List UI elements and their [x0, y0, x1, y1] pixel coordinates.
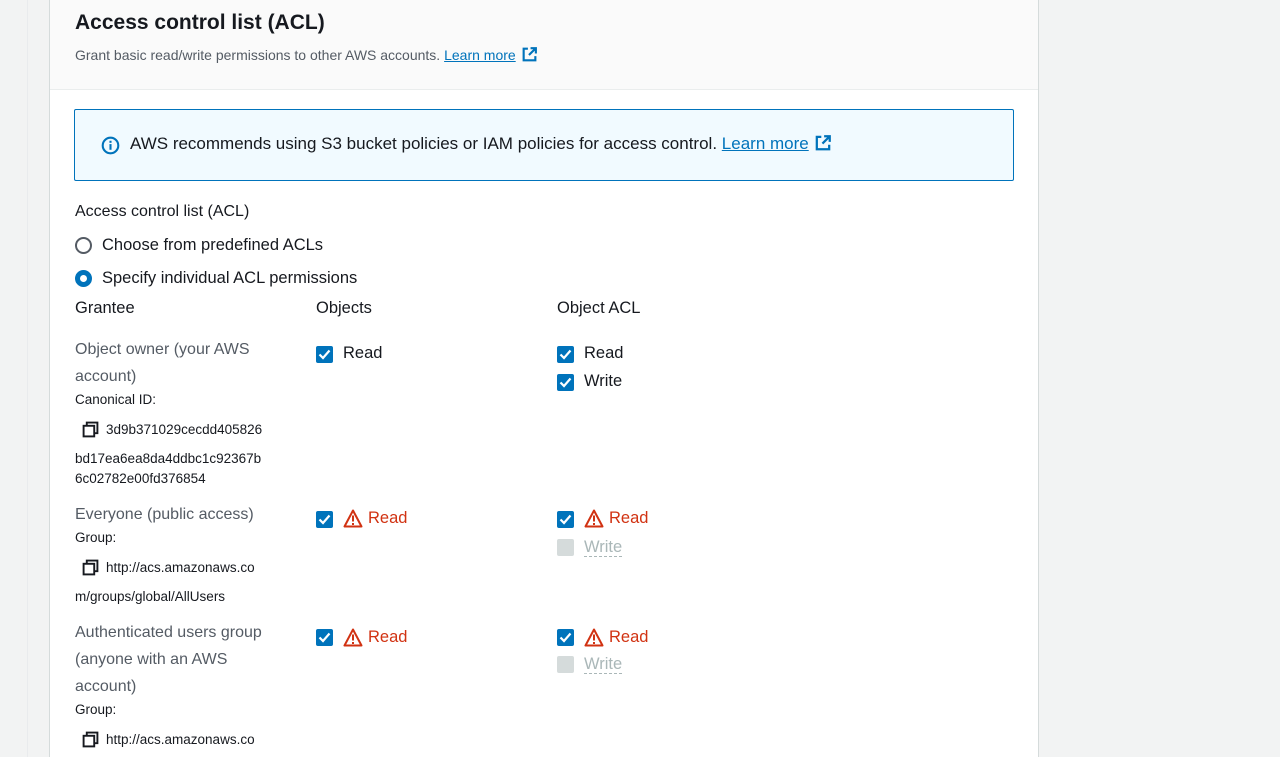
group-uri-line: m/groups/global/AllUsers — [75, 589, 226, 604]
permission-label-warning: Read — [368, 509, 408, 527]
grantee-name-line: account) — [75, 368, 137, 385]
grantee-name: Authenticated users group (anyone with a… — [75, 619, 262, 700]
learn-more-link[interactable]: Learn more — [444, 47, 516, 63]
column-header-grantee: Grantee — [75, 299, 135, 317]
grantee-name-line: Everyone (public access) — [75, 506, 254, 523]
grantee-name-line: (anyone with an AWS — [75, 651, 228, 668]
check-icon — [559, 632, 572, 643]
panel-header: Access control list (ACL) Grant basic re… — [50, 0, 1038, 90]
checkbox-everyone-acl-read[interactable] — [557, 511, 574, 528]
canonical-id-label: Canonical ID: — [75, 392, 157, 407]
alert-text: AWS recommends using S3 bucket policies … — [130, 134, 718, 153]
permission-label-disabled: Write — [584, 655, 623, 674]
grantee-name: Everyone (public access) — [75, 501, 254, 528]
warning-icon — [584, 509, 604, 533]
alert-learn-more-link[interactable]: Learn more — [722, 134, 809, 153]
copy-icon[interactable] — [82, 559, 99, 581]
warning-icon — [343, 509, 363, 533]
column-header-object-acl: Object ACL — [557, 299, 641, 317]
checkbox-everyone-objects-read[interactable] — [316, 511, 333, 528]
permission-label: Write — [584, 372, 623, 390]
canonical-id-value-line: bd17ea6ea8da4ddbc1c92367b — [75, 451, 262, 466]
radio-individual-acl[interactable]: Specify individual ACL permissions — [75, 267, 357, 289]
radio-predefined-acls[interactable]: Choose from predefined ACLs — [75, 234, 323, 256]
checkbox-authenticated-objects-read[interactable] — [316, 629, 333, 646]
radio-label: Specify individual ACL permissions — [102, 268, 358, 287]
info-icon — [101, 136, 120, 160]
permission-label-warning: Read — [368, 628, 408, 646]
panel-title: Access control list (ACL) — [75, 11, 325, 34]
permission-label-warning: Read — [609, 509, 649, 527]
radio-button[interactable] — [75, 236, 92, 254]
acl-field-label: Access control list (ACL) — [75, 203, 250, 220]
check-icon — [559, 349, 572, 360]
group-uri-line: http://acs.amazonaws.co — [106, 732, 255, 747]
grantee-name-line: Authenticated users group — [75, 624, 262, 641]
checkbox-authenticated-acl-read[interactable] — [557, 629, 574, 646]
permission-label: Read — [343, 344, 383, 362]
copy-icon[interactable] — [82, 731, 99, 753]
external-link-icon[interactable] — [521, 46, 538, 66]
panel-description: Grant basic read/write permissions to ot… — [75, 46, 538, 66]
check-icon — [559, 514, 572, 525]
radio-button-selected[interactable] — [75, 269, 92, 287]
check-icon — [318, 349, 331, 360]
group-label: Group: — [75, 530, 117, 545]
checkbox-owner-acl-write[interactable] — [557, 374, 574, 391]
checkbox-owner-acl-read[interactable] — [557, 346, 574, 363]
panel-description-text: Grant basic read/write permissions to ot… — [75, 47, 441, 63]
external-link-icon[interactable] — [814, 134, 832, 157]
check-icon — [318, 632, 331, 643]
column-header-objects: Objects — [316, 299, 372, 317]
left-rail-divider — [27, 0, 28, 757]
permission-label-warning: Read — [609, 628, 649, 646]
grantee-name-line: account) — [75, 678, 137, 695]
checkbox-owner-objects-read[interactable] — [316, 346, 333, 363]
grantee-name-line: Object owner (your AWS — [75, 341, 250, 358]
group-uri-line: http://acs.amazonaws.co — [106, 560, 255, 575]
canonical-id-value-line: 3d9b371029cecdd405826 — [106, 422, 263, 437]
permission-label: Read — [584, 344, 624, 362]
checkbox-authenticated-acl-write-disabled — [557, 656, 574, 673]
group-label: Group: — [75, 702, 117, 717]
copy-icon[interactable] — [82, 421, 99, 443]
grantee-name: Object owner (your AWS account) — [75, 336, 250, 390]
alert-message: AWS recommends using S3 bucket policies … — [130, 134, 832, 157]
info-alert: AWS recommends using S3 bucket policies … — [74, 109, 1014, 181]
canonical-id-value-line: 6c02782e00fd376854 — [75, 471, 206, 486]
acl-panel: Access control list (ACL) Grant basic re… — [49, 0, 1039, 757]
radio-label: Choose from predefined ACLs — [102, 235, 324, 254]
checkbox-everyone-acl-write-disabled — [557, 539, 574, 556]
permission-label-disabled: Write — [584, 538, 623, 557]
check-icon — [559, 377, 572, 388]
warning-icon — [343, 628, 363, 652]
check-icon — [318, 514, 331, 525]
warning-icon — [584, 628, 604, 652]
